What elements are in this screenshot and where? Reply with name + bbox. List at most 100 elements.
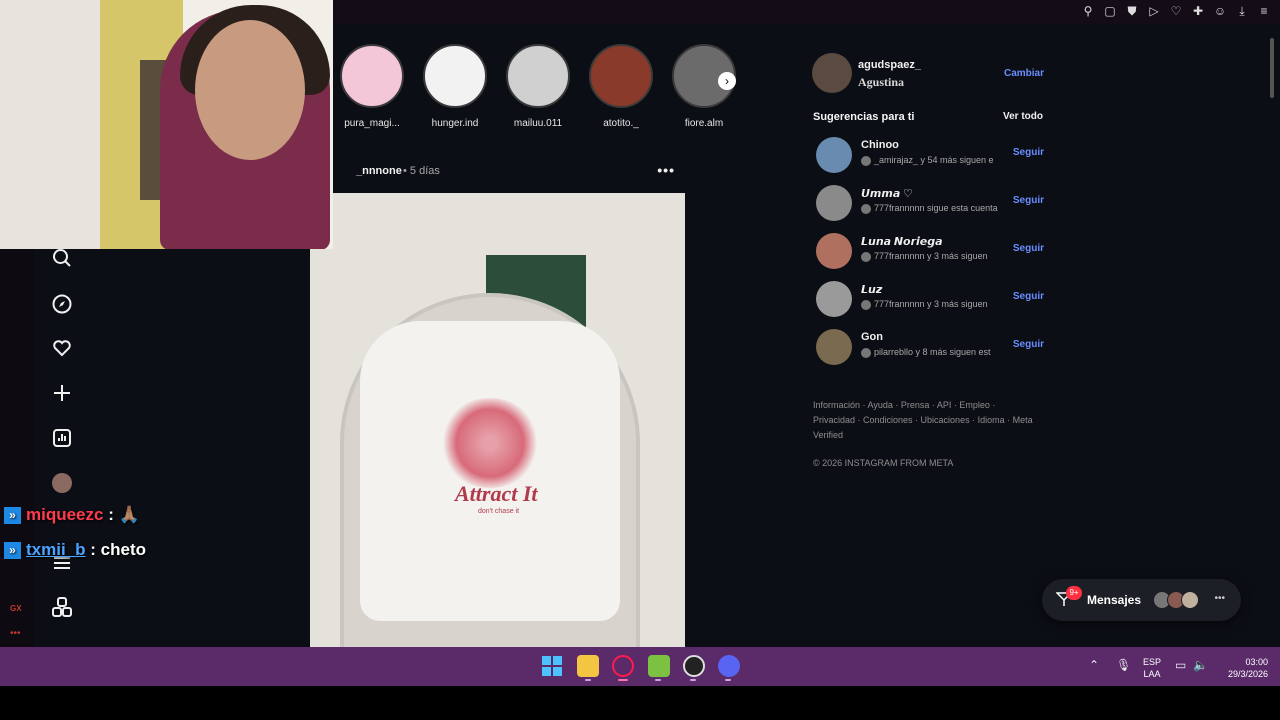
suggestion-name[interactable]: 𝙐𝙢𝙢𝙖 ♡ — [861, 187, 913, 200]
clock[interactable]: 03:00 29/3/2026 — [1212, 656, 1268, 680]
story-next-chevron-icon[interactable]: › — [718, 72, 736, 90]
app-icon[interactable] — [648, 655, 670, 677]
file-explorer-icon[interactable] — [577, 655, 599, 677]
suggestion-name[interactable]: Gon — [861, 331, 883, 343]
story-avatar — [423, 44, 487, 108]
chat-username[interactable]: miqueezc — [26, 505, 103, 524]
suggestion-name[interactable]: 𝙇𝙪𝙯 — [861, 283, 882, 296]
chat-separator: : — [85, 540, 96, 559]
story-avatar — [589, 44, 653, 108]
follow-button[interactable]: Seguir — [1013, 291, 1044, 302]
explore-icon[interactable] — [50, 294, 74, 318]
dashboard-icon[interactable] — [50, 428, 74, 452]
suggestion-name[interactable]: Chinoo — [861, 139, 899, 151]
see-all-link[interactable]: Ver todo — [1003, 111, 1043, 122]
story-avatar — [506, 44, 570, 108]
suggestion-subtitle-text: 777frannnnn sigue esta cuenta — [874, 203, 998, 213]
clock-time: 03:00 — [1245, 657, 1268, 667]
more-dots-icon: ••• — [1214, 593, 1225, 604]
shield-icon[interactable]: ⛊ — [1124, 3, 1140, 19]
play-icon[interactable]: ▷ — [1146, 3, 1162, 19]
opera-gx-icon[interactable] — [612, 655, 634, 677]
suggestion-avatar[interactable] — [816, 329, 852, 365]
messages-avatars — [1153, 591, 1199, 609]
obs-icon[interactable] — [683, 655, 705, 677]
post-more-icon[interactable]: ••• — [657, 162, 675, 178]
chat-text: 🙏🏽 — [113, 505, 140, 524]
browser-sidebar — [0, 248, 34, 647]
mutual-avatar — [861, 299, 871, 310]
post-username[interactable]: _nnnone — [356, 165, 402, 177]
app-active-indicator — [618, 679, 628, 681]
suggestion-avatar[interactable] — [816, 137, 852, 173]
profile-avatar-icon[interactable] — [50, 473, 74, 497]
scrollbar-thumb[interactable] — [1270, 38, 1274, 98]
chat-separator: : — [103, 505, 114, 524]
mutual-avatar — [861, 251, 871, 262]
more-dots-icon[interactable]: ••• — [10, 628, 21, 639]
footer-links[interactable]: Información · Ayuda · Prensa · API · Emp… — [813, 398, 1033, 443]
webcam-overlay — [0, 0, 333, 249]
windows-start-icon[interactable] — [541, 655, 563, 677]
suggestion-subtitle: 777frannnnn sigue esta cuenta — [861, 203, 1011, 214]
story-item[interactable]: pura_magi... — [337, 44, 407, 129]
app-running-indicator — [690, 679, 696, 681]
post-image[interactable]: Attract It don't chase it — [310, 193, 685, 647]
discord-icon[interactable] — [718, 655, 740, 677]
create-plus-icon[interactable] — [50, 383, 74, 407]
chevron-up-icon[interactable]: ⌃ — [1089, 658, 1099, 672]
clock-date: 29/3/2026 — [1227, 669, 1268, 679]
chat-username[interactable]: txmii_b — [26, 540, 86, 559]
language-indicator[interactable]: ESP LAA — [1143, 656, 1161, 680]
follow-button[interactable]: Seguir — [1013, 339, 1044, 350]
story-label: pura_magi... — [344, 118, 400, 129]
menu-icon[interactable]: ≡ — [1256, 3, 1272, 19]
mutual-avatar — [861, 203, 871, 214]
profile-name: Agustina — [858, 75, 905, 89]
extensions-icon[interactable]: ✚ — [1190, 3, 1206, 19]
follow-button[interactable]: Seguir — [1013, 243, 1044, 254]
suggestion-subtitle-text: 777frannnnn y 3 más siguen — [874, 299, 988, 309]
messages-button[interactable]: 9+ Mensajes ••• — [1042, 579, 1241, 621]
suggestion-subtitle-text: pilarrebllo y 8 más siguen est — [874, 347, 991, 357]
profile-avatar[interactable] — [812, 53, 852, 93]
screenshot-icon[interactable]: ▢ — [1102, 3, 1118, 19]
search-icon[interactable] — [50, 248, 74, 272]
story-item[interactable]: hunger.ind — [420, 44, 490, 129]
chat-message: » miqueezc : 🙏🏽 — [4, 505, 140, 525]
keyboard-layout: LAA — [1143, 669, 1161, 679]
windows-taskbar: ⌃ 🎙 ESP LAA ▭ 🔈 03:00 29/3/2026 — [0, 647, 1280, 686]
story-item[interactable]: atotito._ — [586, 44, 656, 129]
follow-button[interactable]: Seguir — [1013, 195, 1044, 206]
gx-label[interactable]: GX — [10, 604, 22, 613]
volume-icon[interactable]: 🔈 — [1193, 658, 1208, 672]
suggestion-item: 𝙇𝙪𝙣𝙖 𝙉𝙤𝙧𝙞𝙚𝙜𝙖 777frannnnn y 3 más siguen … — [816, 233, 1044, 269]
messages-label: Mensajes — [1087, 593, 1142, 607]
profile-username[interactable]: agudspaez_ — [858, 59, 921, 71]
pin-icon[interactable]: ⚲ — [1080, 3, 1096, 19]
suggestion-subtitle: 777frannnnn y 3 más siguen — [861, 299, 1011, 310]
account-icon[interactable]: ☺ — [1212, 3, 1228, 19]
suggestion-avatar[interactable] — [816, 281, 852, 317]
story-item[interactable]: mailuu.011 — [503, 44, 573, 129]
page-scrollbar[interactable] — [1268, 24, 1276, 647]
suggestion-item: 𝙇𝙪𝙯 777frannnnn y 3 más siguen Seguir — [816, 281, 1044, 317]
suggestion-avatar[interactable] — [816, 185, 852, 221]
notifications-heart-icon[interactable] — [50, 338, 74, 362]
heart-icon[interactable]: ♡ — [1168, 3, 1184, 19]
network-icon[interactable]: ▭ — [1175, 658, 1186, 672]
suggestion-name[interactable]: 𝙇𝙪𝙣𝙖 𝙉𝙤𝙧𝙞𝙚𝙜𝙖 — [861, 235, 943, 248]
story-label: fiore.alm — [684, 118, 724, 129]
follow-button[interactable]: Seguir — [1013, 147, 1044, 158]
chat-message: » txmii_b : cheto — [4, 540, 146, 560]
suggestion-subtitle: _amirajaz_ y 54 más siguen e — [861, 155, 1011, 166]
download-icon[interactable]: ⤓ — [1234, 3, 1250, 19]
app-running-indicator — [585, 679, 591, 681]
microphone-icon[interactable]: 🎙 — [1116, 658, 1131, 672]
suggestion-subtitle-text: 777frannnnn y 3 más siguen — [874, 251, 988, 261]
suggestion-item: 𝙐𝙢𝙢𝙖 ♡ 777frannnnn sigue esta cuenta Seg… — [816, 185, 1044, 221]
suggestion-subtitle-text: _amirajaz_ y 54 más siguen e — [874, 155, 994, 165]
switch-account-button[interactable]: Cambiar — [1004, 68, 1044, 79]
suggestion-avatar[interactable] — [816, 233, 852, 269]
meta-apps-icon[interactable] — [50, 597, 74, 621]
